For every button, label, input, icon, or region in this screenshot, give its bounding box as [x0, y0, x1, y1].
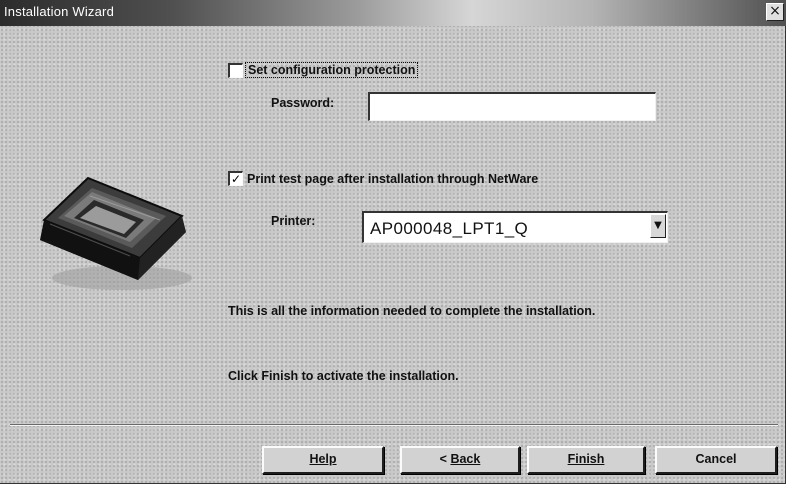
printer-server-box-icon — [30, 160, 200, 305]
chevron-down-icon[interactable]: ▼ — [650, 214, 666, 238]
printer-label: Printer: — [271, 214, 316, 228]
finish-button[interactable]: Finish — [527, 446, 645, 474]
help-button-label: Help — [309, 452, 337, 466]
password-field[interactable] — [368, 92, 656, 121]
password-label: Password: — [271, 96, 335, 110]
back-button[interactable]: < Back — [400, 446, 520, 474]
help-button[interactable]: Help — [262, 446, 384, 474]
back-button-label: Back — [450, 452, 481, 466]
title-bar[interactable]: Installation Wizard × — [0, 0, 786, 26]
printer-select[interactable]: AP000048_LPT1_Q ▼ — [362, 211, 668, 243]
config-protection-label[interactable]: Set configuration protection — [245, 62, 419, 78]
print-test-page-checkbox[interactable]: ✓ — [228, 171, 243, 186]
cancel-button[interactable]: Cancel — [655, 446, 777, 474]
finish-button-label: Finish — [567, 452, 605, 466]
close-button[interactable]: × — [766, 3, 784, 21]
info-text-complete: This is all the information needed to co… — [228, 304, 596, 318]
config-protection-checkbox[interactable] — [228, 63, 243, 78]
printer-selected-value: AP000048_LPT1_Q — [370, 219, 529, 238]
cancel-button-label: Cancel — [695, 452, 737, 466]
back-button-prefix: < — [439, 452, 451, 466]
separator-line — [10, 424, 778, 426]
window-title: Installation Wizard — [4, 4, 115, 19]
info-text-finish: Click Finish to activate the installatio… — [228, 369, 459, 383]
installation-wizard-window: Installation Wizard × Set configuration … — [0, 0, 786, 484]
print-test-page-label[interactable]: Print test page after installation throu… — [247, 172, 538, 186]
